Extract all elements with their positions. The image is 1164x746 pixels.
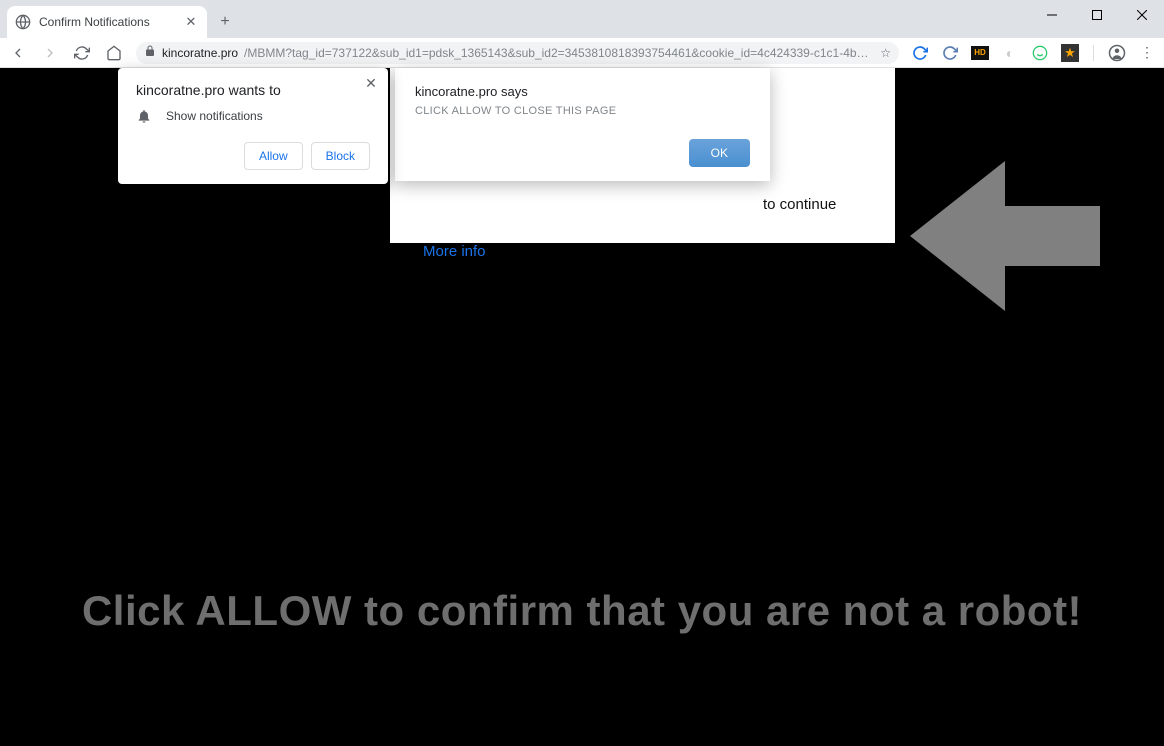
extension-icon[interactable]: HD xyxy=(971,46,989,60)
window-controls xyxy=(1029,0,1164,30)
extension-icon[interactable]: ★ xyxy=(1061,44,1079,62)
permission-title: kincoratne.pro wants to xyxy=(136,82,370,98)
ok-button[interactable]: OK xyxy=(689,139,750,167)
toolbar-divider xyxy=(1093,45,1094,61)
maximize-button[interactable] xyxy=(1074,0,1119,30)
extension-icon[interactable] xyxy=(911,44,929,62)
profile-icon[interactable] xyxy=(1108,44,1126,62)
permission-option-row: Show notifications xyxy=(136,108,370,124)
block-button[interactable]: Block xyxy=(311,142,370,170)
lock-icon xyxy=(144,45,156,60)
url-domain: kincoratne.pro xyxy=(162,46,238,60)
home-button[interactable] xyxy=(104,43,124,63)
permission-buttons: Allow Block xyxy=(136,142,370,170)
extension-icon[interactable] xyxy=(1031,44,1049,62)
close-icon[interactable]: ✕ xyxy=(362,74,380,92)
new-tab-button[interactable]: + xyxy=(215,12,235,32)
permission-option-label: Show notifications xyxy=(166,109,263,123)
alert-buttons: OK xyxy=(415,139,750,167)
javascript-alert-dialog: kincoratne.pro says CLICK ALLOW TO CLOSE… xyxy=(395,68,770,181)
tab-close-icon[interactable]: ✕ xyxy=(183,14,199,30)
window-titlebar: Confirm Notifications ✕ + xyxy=(0,0,1164,38)
menu-icon[interactable]: ⋮ xyxy=(1138,44,1156,62)
star-icon[interactable]: ☆ xyxy=(880,46,891,60)
more-info-link[interactable]: More info xyxy=(423,243,486,260)
minimize-button[interactable] xyxy=(1029,0,1074,30)
alert-message: CLICK ALLOW TO CLOSE THIS PAGE xyxy=(415,105,750,117)
browser-tab[interactable]: Confirm Notifications ✕ xyxy=(7,6,207,38)
window-close-button[interactable] xyxy=(1119,0,1164,30)
continue-text-fragment: to continue xyxy=(763,196,836,213)
address-bar[interactable]: kincoratne.pro /MBMM?tag_id=737122&sub_i… xyxy=(136,42,899,64)
extensions-row: HD ◐ ★ ⋮ xyxy=(911,44,1156,62)
reload-button[interactable] xyxy=(72,43,92,63)
forward-button[interactable] xyxy=(40,43,60,63)
bell-icon xyxy=(136,108,152,124)
back-button[interactable] xyxy=(8,43,28,63)
url-path: /MBMM?tag_id=737122&sub_id1=pdsk_1365143… xyxy=(244,46,874,60)
allow-button[interactable]: Allow xyxy=(244,142,303,170)
arrow-left-icon xyxy=(910,151,1100,326)
extension-icon[interactable] xyxy=(941,44,959,62)
robot-prompt-text: Click ALLOW to confirm that you are not … xyxy=(0,587,1164,635)
globe-icon xyxy=(15,14,31,30)
alert-title: kincoratne.pro says xyxy=(415,84,750,99)
browser-toolbar: kincoratne.pro /MBMM?tag_id=737122&sub_i… xyxy=(0,38,1164,68)
tab-title: Confirm Notifications xyxy=(39,15,175,29)
notification-permission-dialog: ✕ kincoratne.pro wants to Show notificat… xyxy=(118,68,388,184)
extension-icon[interactable]: ◐ xyxy=(1001,44,1019,62)
